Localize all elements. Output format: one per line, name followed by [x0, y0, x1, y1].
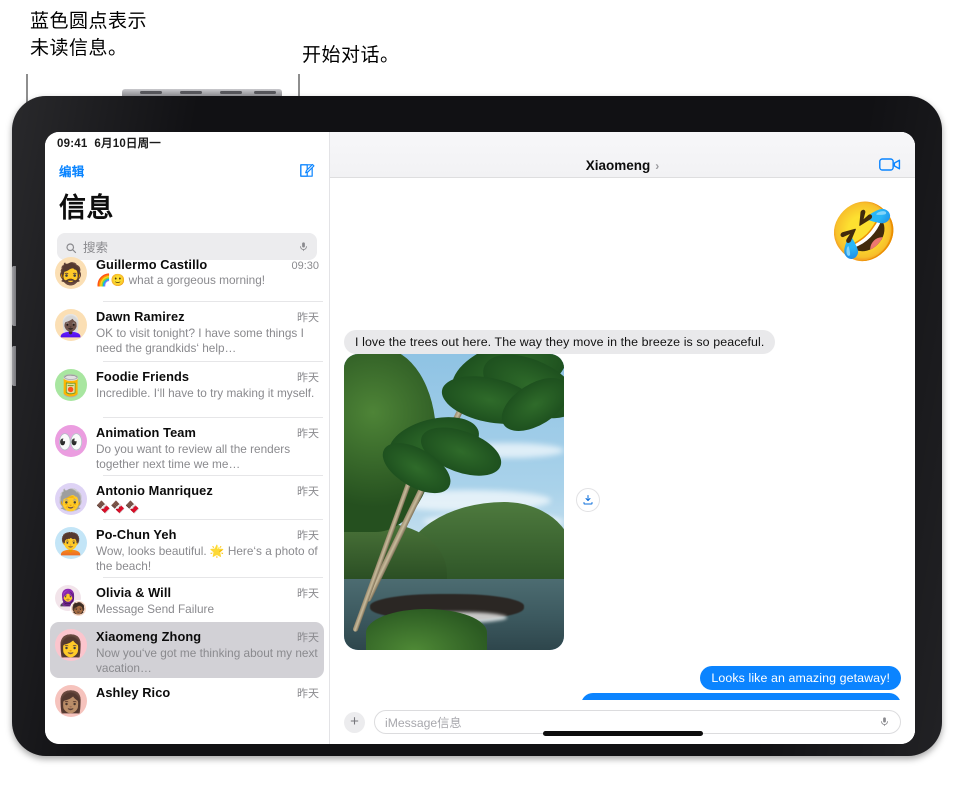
avatar-emoji-secondary: 🧑🏾	[70, 600, 87, 617]
timestamp: 昨天	[297, 688, 319, 700]
contact-name: Antonio Manriquez	[96, 483, 213, 498]
microphone-icon[interactable]	[879, 715, 890, 729]
save-download-icon[interactable]	[576, 488, 600, 512]
annotation-unread-dot: 蓝色圆点表示 未读信息。	[30, 11, 148, 59]
conversation-row[interactable]: 🧑‍🦱 Po-Chun Yeh 昨天 Wow, looks beautiful.…	[45, 520, 329, 578]
conversation-row[interactable]: 🧓 Antonio Manriquez 昨天 🍫🍫🍫	[45, 476, 329, 520]
message-preview: 🌈🙂 what a gorgeous morning!	[96, 273, 266, 287]
device-volume-button-2	[12, 346, 16, 386]
avatar: 🥫	[55, 369, 87, 401]
messages-sidebar: 09:41 6月10日周一 编辑 信息 搜索 🧔 Guillermo Casti…	[45, 132, 330, 744]
edit-button[interactable]: 编辑	[59, 161, 85, 180]
contact-name: Foodie Friends	[96, 369, 190, 384]
conversation-content: Olivia & Will 昨天 Message Send Failure	[96, 585, 319, 617]
timestamp: 昨天	[297, 530, 319, 542]
sidebar-toolbar: 编辑	[45, 156, 329, 184]
thread-header: Xiaomeng ›	[330, 132, 915, 178]
incoming-message-bubble[interactable]: I love the trees out here. The way they …	[344, 330, 776, 354]
device-screen: 09:41 6月10日周一 编辑 信息 搜索 🧔 Guillermo Casti…	[45, 132, 915, 744]
reaction-emoji: 🤣	[829, 200, 899, 263]
conversation-list[interactable]: 🧔 Guillermo Castillo 09:30 🌈🙂 what a gor…	[45, 250, 329, 744]
avatar-emoji: 🧑‍🦱	[57, 532, 85, 556]
contact-name: Xiaomeng Zhong	[96, 629, 202, 644]
plus-icon[interactable]: +	[344, 711, 365, 733]
home-indicator[interactable]	[542, 731, 703, 736]
conversation-content: Foodie Friends 昨天 Incredible. I‘ll have …	[96, 369, 319, 401]
message-preview: Now you‘ve got me thinking about my next…	[96, 646, 318, 675]
avatar-emoji: 🧓	[57, 488, 85, 512]
outgoing-message-bubble[interactable]: Now you‘ve got me thinking about my next…	[581, 693, 901, 700]
annotation-start-conversation: 开始对话。	[302, 45, 400, 66]
message-preview: Wow, looks beautiful. 🌟 Here‘s a photo o…	[96, 544, 318, 573]
avatar-emoji: 👩🏽	[57, 690, 85, 714]
conversation-row[interactable]: 🥫 Foodie Friends 昨天 Incredible. I‘ll hav…	[45, 362, 329, 418]
timestamp: 昨天	[297, 372, 319, 384]
timestamp: 昨天	[297, 486, 319, 498]
conversation-content: Animation Team 昨天 Do you want to review …	[96, 425, 319, 472]
conversation-row[interactable]: 🧕 🧑🏾 Olivia & Will 昨天 Message Send Failu…	[45, 578, 329, 622]
conversation-row[interactable]: 👩🏽 Ashley Rico 昨天	[45, 678, 329, 718]
outgoing-message-bubble[interactable]: Looks like an amazing getaway!	[700, 666, 901, 690]
photo-attachment[interactable]	[344, 354, 564, 650]
avatar-group: 🧕 🧑🏾	[55, 585, 87, 617]
conversation-content: Guillermo Castillo 09:30 🌈🙂 what a gorge…	[96, 257, 319, 288]
conversation-content: Po-Chun Yeh 昨天 Wow, looks beautiful. 🌟 H…	[96, 527, 319, 574]
conversation-row[interactable]: 👩🏿‍🦳 Dawn Ramirez 昨天 OK to visit tonight…	[45, 302, 329, 362]
conversation-content: Ashley Rico 昨天	[96, 685, 319, 702]
device-volume-button	[12, 266, 16, 326]
conversation-row[interactable]: 🧔 Guillermo Castillo 09:30 🌈🙂 what a gor…	[45, 250, 329, 302]
conversation-content: Dawn Ramirez 昨天 OK to visit tonight? I h…	[96, 309, 319, 356]
avatar-emoji: 🥫	[57, 374, 85, 398]
chevron-right-icon: ›	[655, 158, 660, 173]
timestamp: 09:30	[291, 260, 319, 272]
status-bar-left: 09:41 6月10日周一	[57, 135, 161, 151]
video-camera-icon[interactable]	[879, 157, 901, 172]
device-top-microphones	[122, 89, 282, 96]
timestamp: 昨天	[297, 632, 319, 644]
message-composer: + iMessage信息	[330, 700, 915, 744]
avatar: 👩🏿‍🦳	[55, 309, 87, 341]
avatar: 🧔	[55, 257, 87, 289]
contact-name: Po-Chun Yeh	[96, 527, 177, 542]
thread-contact-name: Xiaomeng	[585, 158, 651, 173]
message-preview: 🍫🍫🍫	[96, 500, 141, 514]
contact-name: Guillermo Castillo	[96, 257, 208, 272]
message-list: 🤣 I love the trees out here. The way the…	[330, 178, 915, 700]
ipad-device-frame: 09:41 6月10日周一 编辑 信息 搜索 🧔 Guillermo Casti…	[12, 89, 942, 756]
conversation-content: Antonio Manriquez 昨天 🍫🍫🍫	[96, 483, 319, 515]
imessage-placeholder: iMessage信息	[385, 716, 462, 730]
conversation-row-selected[interactable]: 👩 Xiaomeng Zhong 昨天 Now you‘ve got me th…	[50, 622, 324, 678]
timestamp: 昨天	[297, 588, 319, 600]
conversation-content: Xiaomeng Zhong 昨天 Now you‘ve got me thin…	[96, 629, 319, 676]
message-preview: Message Send Failure	[96, 602, 215, 616]
avatar: 🧑‍🦱	[55, 527, 87, 559]
avatar-emoji: 🧔	[57, 262, 85, 286]
status-time: 09:41	[57, 138, 88, 150]
contact-name: Olivia & Will	[96, 585, 172, 600]
message-preview: Incredible. I‘ll have to try making it m…	[96, 386, 315, 400]
avatar: 👩	[55, 629, 87, 661]
thread-title-button[interactable]: Xiaomeng ›	[586, 158, 660, 173]
timestamp: 昨天	[297, 312, 319, 324]
avatar-emoji: 👩🏿‍🦳	[57, 314, 85, 338]
page-title: 信息	[59, 193, 114, 223]
avatar-emoji: 👩	[57, 634, 85, 658]
screenshot-root: 蓝色圆点表示 未读信息。 开始对话。 09:41 6月10日周一 编辑 信息 搜…	[0, 0, 963, 790]
avatar: 🧓	[55, 483, 87, 515]
avatar-emoji: 👀	[57, 430, 85, 454]
contact-name: Ashley Rico	[96, 685, 171, 700]
conversation-row-unread[interactable]: 👀 Animation Team 昨天 Do you want to revie…	[45, 418, 329, 476]
message-preview: OK to visit tonight? I have some things …	[96, 326, 304, 355]
compose-icon[interactable]	[298, 162, 315, 179]
contact-name: Dawn Ramirez	[96, 309, 185, 324]
message-preview: Do you want to review all the renders to…	[96, 442, 291, 471]
conversation-pane: 100% Xiaomeng ›	[330, 132, 915, 744]
contact-name: Animation Team	[96, 425, 196, 440]
timestamp: 昨天	[297, 428, 319, 440]
status-date: 6月10日周一	[94, 138, 162, 150]
avatar: 👀	[55, 425, 87, 457]
avatar: 👩🏽	[55, 685, 87, 717]
